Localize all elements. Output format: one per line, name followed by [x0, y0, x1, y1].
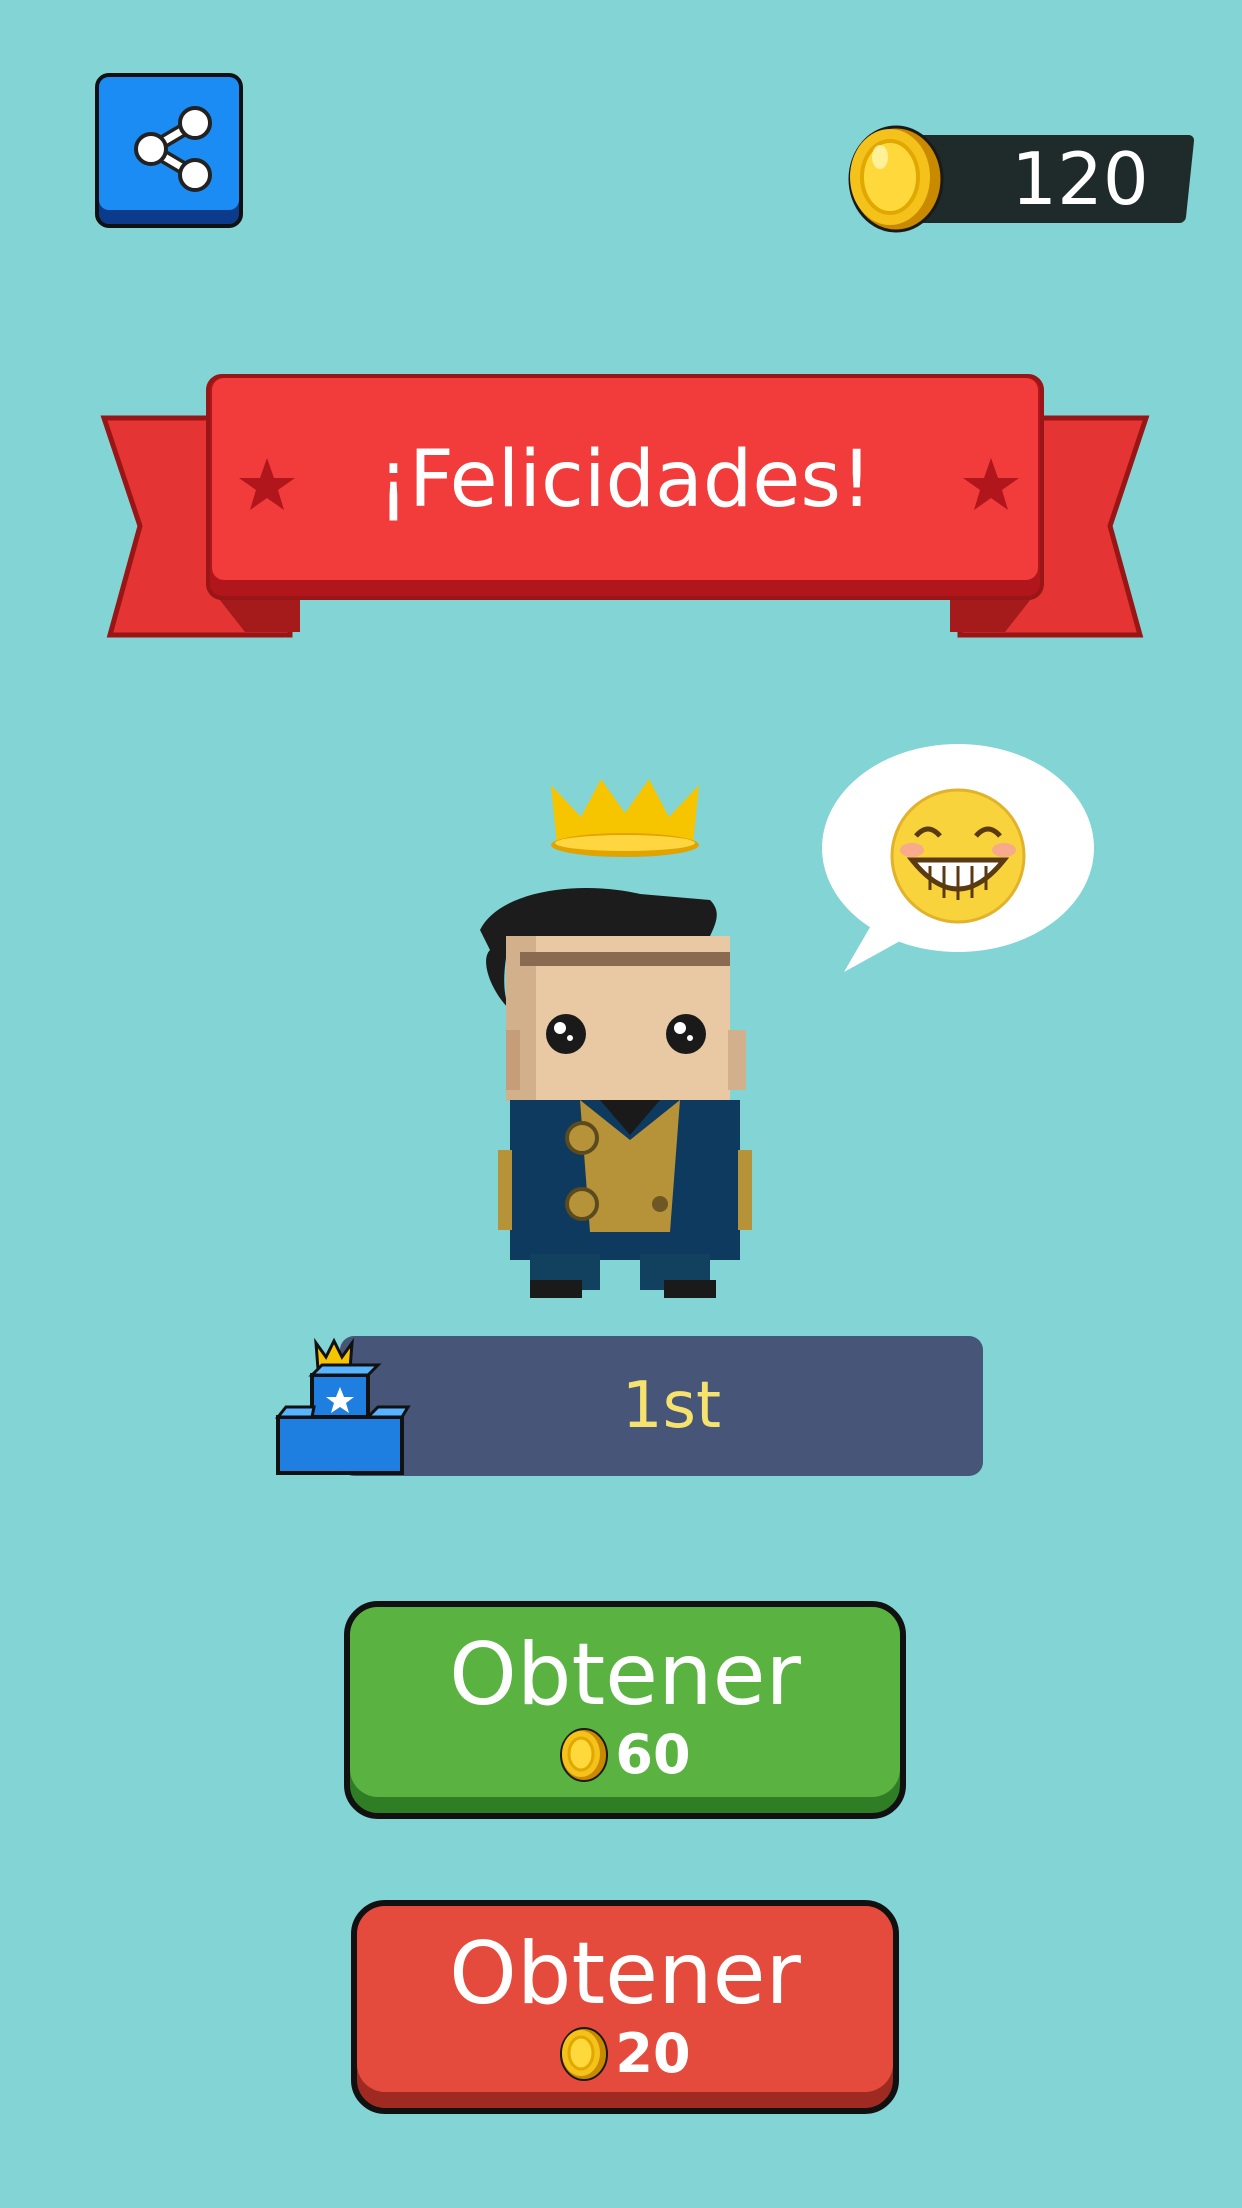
coin-count: 120: [1011, 137, 1149, 221]
price-row: 60: [350, 1725, 900, 1785]
price-row: 20: [357, 2024, 893, 2084]
obtain-60-button[interactable]: Obtener 60: [344, 1601, 906, 1819]
share-button[interactable]: [95, 73, 243, 228]
price-value: 20: [615, 2022, 691, 2085]
obtain-label: Obtener: [449, 1625, 801, 1725]
share-icon: [134, 106, 212, 192]
rank-label: 1st: [621, 1369, 722, 1443]
price-value: 60: [615, 1723, 691, 1786]
speech-bubble: [822, 744, 1094, 972]
character-avatar: [480, 888, 752, 1298]
coin-icon: [560, 1728, 609, 1782]
podium-icon: [274, 1337, 411, 1475]
obtain-20-button[interactable]: Obtener 20: [351, 1900, 899, 2114]
obtain-label: Obtener: [449, 1924, 801, 2024]
congrats-title: ¡Felicidades!: [377, 435, 873, 525]
coin-icon: [560, 2027, 609, 2081]
grinning-face-icon: [890, 788, 1026, 924]
coin-icon: [848, 125, 944, 233]
crown-icon: [551, 779, 699, 857]
